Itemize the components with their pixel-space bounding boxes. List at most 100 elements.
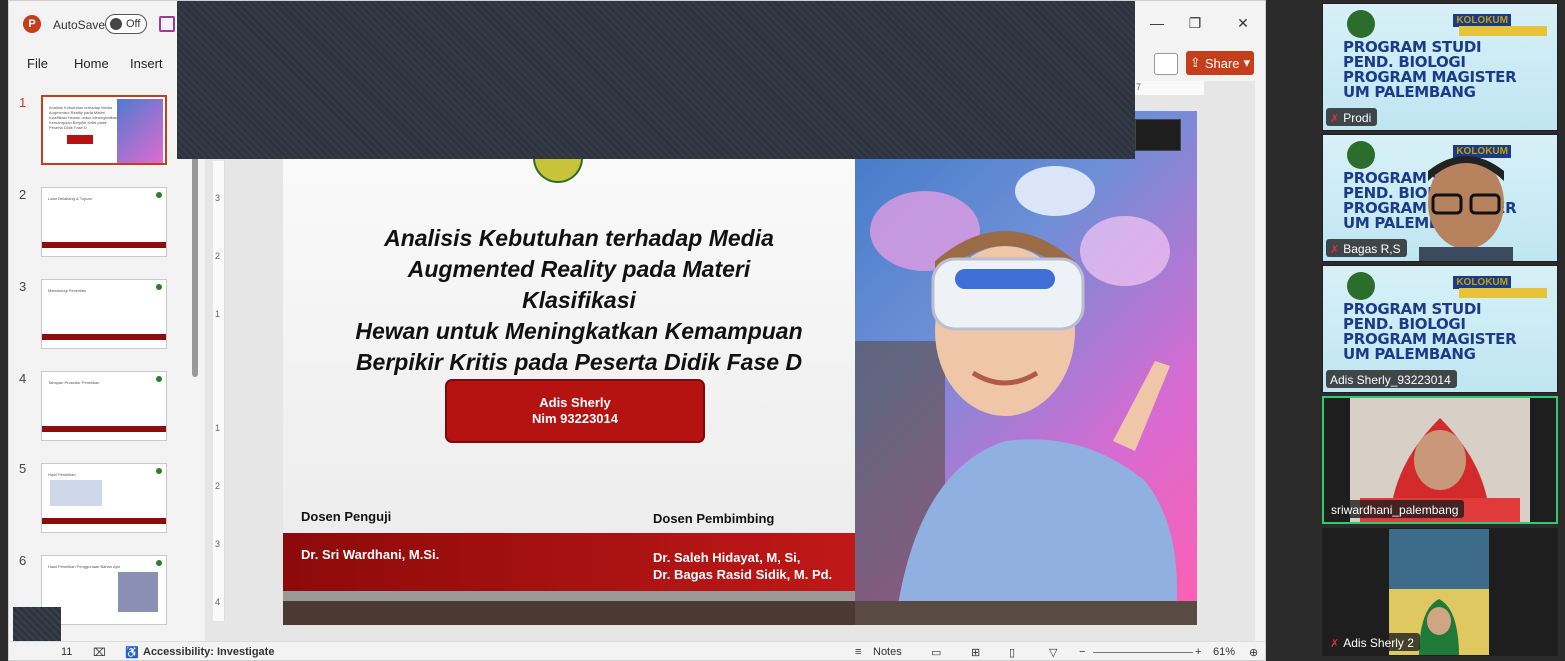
share-icon: ⇪ bbox=[1189, 55, 1201, 70]
participant-name-tag: ✗ Prodi bbox=[1326, 108, 1378, 126]
share-button[interactable]: ⇪ Share ▾ bbox=[1186, 51, 1254, 75]
participant-tile-bagas[interactable]: KOLOKUM PROGRAM STUDI PEND. BIOLOGI PROG… bbox=[1322, 134, 1558, 262]
participant-name: sriwardhani_palembang bbox=[1331, 503, 1459, 517]
thumbnail-chart bbox=[50, 480, 102, 506]
save-icon[interactable] bbox=[159, 16, 175, 32]
participant-tile-adis-2[interactable]: ✗ Adis Sherly 2 bbox=[1322, 528, 1558, 656]
comment-icon[interactable] bbox=[1154, 53, 1178, 75]
participant-tile-prodi[interactable]: KOLOKUM PROGRAM STUDI PEND. BIOLOGI PROG… bbox=[1322, 3, 1558, 131]
title-line: Augmented Reality pada Materi Klasifikas… bbox=[407, 256, 751, 313]
menu-file[interactable]: File bbox=[27, 51, 48, 76]
accessibility-icon: ♿ bbox=[125, 647, 139, 659]
slide-count: 11 bbox=[61, 646, 73, 658]
thumbnail-logo-icon bbox=[156, 468, 162, 474]
thumbnail-logo-icon bbox=[156, 192, 162, 198]
thumbnail-slide-1[interactable]: Analisis Kebutuhan terhadap Media Augmen… bbox=[41, 95, 167, 165]
ruler-mark: 1 bbox=[215, 309, 221, 319]
thumbnail-title: Hasil Penelitian bbox=[48, 472, 76, 477]
video-gallery: KOLOKUM PROGRAM STUDI PEND. BIOLOGI PROG… bbox=[1322, 0, 1558, 661]
close-icon[interactable]: ✕ bbox=[1235, 15, 1251, 31]
participant-name-tag: ✗ Bagas R,S bbox=[1326, 239, 1407, 257]
university-seal-icon bbox=[1347, 272, 1375, 300]
slide-sorter-icon[interactable]: ⊞ bbox=[971, 646, 980, 659]
zoom-out-icon[interactable]: − bbox=[1079, 646, 1085, 658]
ruler-mark: 2 bbox=[215, 251, 221, 261]
thumb-number: 3 bbox=[19, 279, 27, 294]
thumbnail-bar bbox=[42, 426, 166, 432]
thumb-number: 5 bbox=[19, 461, 27, 476]
redaction-overlay bbox=[177, 1, 1135, 159]
horizontal-ruler: 7 bbox=[1134, 81, 1204, 95]
thumbnail-slide-2[interactable]: Latar Belakang & Tujuan bbox=[41, 187, 167, 257]
thumbnail-title: Metodologi Penelitian bbox=[48, 288, 87, 293]
notes-button[interactable]: Notes bbox=[873, 646, 902, 658]
university-seal-icon bbox=[1347, 141, 1375, 169]
date-ribbon bbox=[1459, 26, 1547, 36]
zoom-level[interactable]: 61% bbox=[1213, 646, 1235, 658]
pembimbing-name: Dr. Bagas Rasid Sidik, M. Pd. bbox=[653, 567, 833, 582]
title-line: Hewan untuk Meningkatkan Kemampuan bbox=[355, 318, 803, 344]
participant-tile-sriwardhani[interactable]: sriwardhani_palembang bbox=[1322, 396, 1558, 524]
thumbnail-title: Hasil Penelitian Penggunaan Bahan Ajar bbox=[48, 564, 121, 569]
slide[interactable]: Analisis Kebutuhan terhadap Media Augmen… bbox=[283, 111, 1197, 625]
thumbnail-slide-3[interactable]: Metodologi Penelitian bbox=[41, 279, 167, 349]
thumbnail-logo-icon bbox=[156, 560, 162, 566]
vr-child-image[interactable] bbox=[855, 111, 1197, 625]
pembimbing-label[interactable]: Dosen Pembimbing bbox=[653, 511, 774, 526]
status-bar: 11 ⌧ ♿ Accessibility: Investigate ≡ Note… bbox=[9, 641, 1265, 660]
slideshow-icon[interactable]: ▽ bbox=[1049, 646, 1057, 659]
poster-text: PROGRAM STUDI PEND. BIOLOGI PROGRAM MAGI… bbox=[1343, 40, 1517, 100]
pegasus-right bbox=[1080, 216, 1170, 286]
participant-tile-adis[interactable]: KOLOKUM PROGRAM STUDI PEND. BIOLOGI PROG… bbox=[1322, 265, 1558, 393]
mic-off-icon: ✗ bbox=[1330, 637, 1340, 650]
participant-name: Prodi bbox=[1343, 111, 1372, 125]
menu-home[interactable]: Home bbox=[74, 51, 109, 76]
thumbnail-slide-4[interactable]: Tahapan Prosedur Penelitian bbox=[41, 371, 167, 441]
penguji-name[interactable]: Dr. Sri Wardhani, M.Si. bbox=[301, 547, 439, 562]
face bbox=[1427, 607, 1451, 635]
university-seal-icon bbox=[1347, 10, 1375, 38]
ruler-mark: 3 bbox=[215, 539, 221, 549]
fit-slide-icon[interactable]: ⊕ bbox=[1249, 646, 1258, 659]
ruler-mark: 3 bbox=[215, 193, 221, 203]
autosave-toggle[interactable]: Off bbox=[105, 14, 147, 34]
maximize-icon[interactable]: ❐ bbox=[1187, 15, 1203, 31]
participant-name-tag: sriwardhani_palembang bbox=[1327, 500, 1465, 518]
reading-view-icon[interactable]: ▯ bbox=[1009, 646, 1015, 659]
student-name-box[interactable]: Adis Sherly Nim 93223014 bbox=[445, 379, 705, 443]
ruler-mark: 4 bbox=[215, 597, 221, 607]
unicorn bbox=[1015, 166, 1095, 216]
penguji-label[interactable]: Dosen Penguji bbox=[301, 509, 391, 524]
participant-name: Adis Sherly 2 bbox=[1343, 636, 1414, 650]
minimize-icon[interactable]: — bbox=[1149, 15, 1165, 31]
menu-insert[interactable]: Insert bbox=[130, 51, 163, 76]
thumb-number: 4 bbox=[19, 371, 27, 386]
slide-title[interactable]: Analisis Kebutuhan terhadap Media Augmen… bbox=[349, 223, 809, 378]
pembimbing-names[interactable]: Dr. Saleh Hidayat, M, Si, Dr. Bagas Rasi… bbox=[653, 549, 832, 583]
student-name: Adis Sherly bbox=[539, 395, 611, 410]
powerpoint-window: P AutoSave Off — ❐ ✕ File Home Insert ⇪ … bbox=[8, 0, 1266, 661]
desk bbox=[855, 601, 1197, 625]
title-line: Analisis Kebutuhan terhadap Media bbox=[384, 225, 774, 251]
participant-video bbox=[1419, 156, 1513, 261]
zoom-slider[interactable] bbox=[1093, 652, 1193, 653]
participant-name: Adis Sherly_93223014 bbox=[1330, 373, 1451, 387]
notes-icon: ≡ bbox=[855, 646, 862, 658]
spelling-icon[interactable]: ⌧ bbox=[93, 646, 106, 659]
thumbnail-bar bbox=[42, 518, 166, 524]
gray-band bbox=[283, 591, 855, 601]
screen: P AutoSave Off — ❐ ✕ File Home Insert ⇪ … bbox=[0, 0, 1565, 661]
zoom-in-icon[interactable]: + bbox=[1195, 646, 1201, 658]
face bbox=[1414, 430, 1466, 490]
dark-box bbox=[1135, 119, 1181, 151]
thumbnail-title: Tahapan Prosedur Penelitian bbox=[48, 380, 100, 385]
title-line: Berpikir Kritis pada Peserta Didik Fase … bbox=[355, 349, 803, 375]
slide-thumbnails-pane: 1 Analisis Kebutuhan terhadap Media Augm… bbox=[9, 87, 201, 637]
bottom-band bbox=[283, 601, 855, 625]
accessibility-status[interactable]: Accessibility: Investigate bbox=[143, 646, 274, 658]
thumbnail-slide-5[interactable]: Hasil Penelitian bbox=[41, 463, 167, 533]
powerpoint-logo-icon: P bbox=[23, 15, 41, 33]
normal-view-icon[interactable]: ▭ bbox=[931, 646, 941, 659]
participant-name: Bagas R,S bbox=[1343, 242, 1401, 256]
thumbnail-bar bbox=[42, 242, 166, 248]
